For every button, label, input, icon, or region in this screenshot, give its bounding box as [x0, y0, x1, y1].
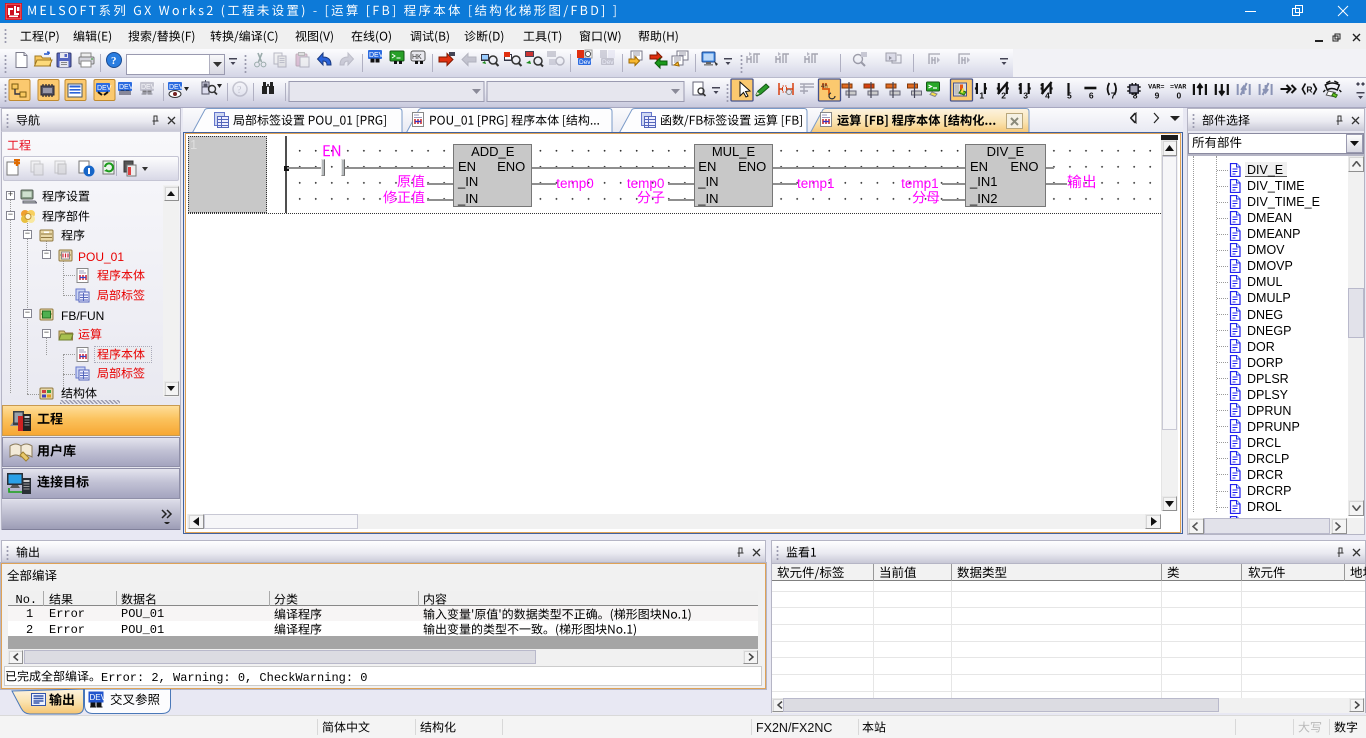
- svg-text:DEV: DEV: [119, 84, 134, 91]
- svg-text:7: 7: [1111, 91, 1116, 101]
- svg-text:DEV: DEV: [369, 52, 384, 59]
- svg-text:Dev: Dev: [602, 59, 614, 66]
- svg-text:0: 0: [1177, 91, 1182, 101]
- svg-text:5: 5: [1067, 91, 1072, 101]
- svg-text:?: ?: [111, 55, 117, 67]
- svg-text:4: 4: [1045, 91, 1050, 101]
- svg-text:HK: HK: [412, 54, 422, 61]
- svg-text:R: R: [1306, 85, 1312, 95]
- svg-text:9: 9: [1155, 91, 1160, 101]
- svg-text:DEV: DEV: [141, 84, 156, 91]
- svg-text:8: 8: [1133, 91, 1138, 101]
- svg-text:?: ?: [237, 85, 242, 96]
- svg-text:2: 2: [1001, 91, 1006, 101]
- svg-text:3: 3: [1023, 91, 1028, 101]
- svg-text:DEV: DEV: [169, 84, 184, 91]
- svg-text:Dev: Dev: [579, 59, 591, 66]
- svg-text:DEV: DEV: [97, 85, 112, 92]
- svg-text:6: 6: [1089, 91, 1094, 101]
- svg-text:DEV: DEV: [90, 693, 107, 702]
- svg-text:4h: 4h: [821, 84, 828, 90]
- svg-text:1: 1: [979, 91, 984, 101]
